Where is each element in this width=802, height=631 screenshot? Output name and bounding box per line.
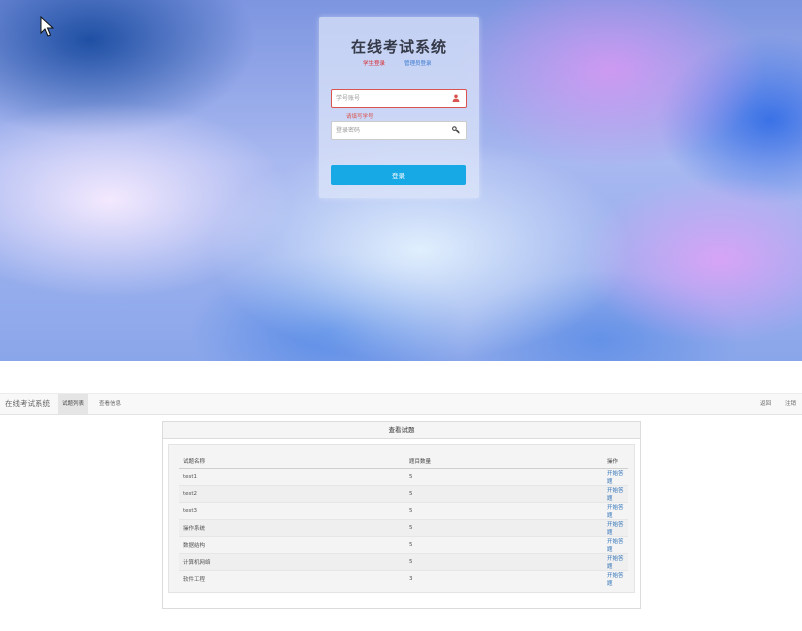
nav-item-back[interactable]: 返回 [756, 394, 775, 414]
question-count: 5 [405, 536, 603, 554]
column-header-action: 操作 [603, 454, 628, 469]
start-exam-link[interactable]: 开始答题 [607, 522, 624, 536]
exam-name: 计算机网络 [179, 553, 405, 571]
key-icon [452, 126, 460, 134]
exam-table: 试题名称 题目数量 操作 test1 5 开始答题 test2 5 开始答题 t… [179, 454, 628, 587]
password-input[interactable] [336, 125, 446, 135]
table-row: test2 5 开始答题 [179, 485, 628, 503]
question-count: 5 [405, 468, 603, 486]
start-exam-link[interactable]: 开始答题 [607, 539, 624, 553]
question-count: 3 [405, 570, 603, 587]
start-exam-link[interactable]: 开始答题 [607, 488, 624, 502]
exam-name: 软件工程 [179, 570, 405, 587]
password-field [331, 121, 467, 140]
table-row: test3 5 开始答题 [179, 502, 628, 520]
navbar-brand[interactable]: 在线考试系统 [5, 398, 50, 409]
exam-name: 操作系统 [179, 519, 405, 537]
table-row: test1 5 开始答题 [179, 468, 628, 486]
tab-student-login[interactable]: 学生登录 [363, 59, 385, 67]
exam-name: test2 [179, 485, 405, 503]
nav-item-exam-list[interactable]: 试题列表 [58, 394, 89, 414]
table-row: 数据结构 5 开始答题 [179, 536, 628, 554]
panel-body: 试题名称 题目数量 操作 test1 5 开始答题 test2 5 开始答题 t… [168, 444, 635, 593]
start-exam-link[interactable]: 开始答题 [607, 556, 624, 570]
question-count: 5 [405, 553, 603, 571]
nav-item-view-info[interactable]: 查看信息 [95, 394, 125, 414]
start-exam-link[interactable]: 开始答题 [607, 471, 624, 485]
mouse-cursor-icon [40, 16, 54, 37]
exam-list-page: 在线考试系统 试题列表 查看信息 返回 注销 查看试题 试题名称 题目数量 操作… [0, 361, 802, 631]
table-row: 计算机网络 5 开始答题 [179, 553, 628, 571]
table-row: 软件工程 3 开始答题 [179, 570, 628, 587]
column-header-name: 试题名称 [179, 454, 405, 469]
tab-admin-login[interactable]: 管理员登录 [404, 59, 432, 67]
exam-name: test3 [179, 502, 405, 520]
question-count: 5 [405, 519, 603, 537]
user-icon [452, 94, 460, 102]
question-count: 5 [405, 502, 603, 520]
table-row: 操作系统 5 开始答题 [179, 519, 628, 537]
username-input[interactable] [336, 93, 446, 103]
exam-panel: 查看试题 试题名称 题目数量 操作 test1 5 开始答题 test2 5 开… [162, 421, 641, 609]
nav-item-logout[interactable]: 注销 [781, 394, 800, 414]
login-title: 在线考试系统 [350, 38, 447, 56]
exam-name: 数据结构 [179, 536, 405, 554]
login-card: 在线考试系统 学生登录 管理员登录 请填写学号 登录 [319, 17, 479, 198]
table-header-row: 试题名称 题目数量 操作 [179, 454, 628, 469]
username-field [331, 89, 467, 108]
exam-name: test1 [179, 468, 405, 486]
column-header-count: 题目数量 [405, 454, 603, 469]
start-exam-link[interactable]: 开始答题 [607, 505, 624, 519]
question-count: 5 [405, 485, 603, 503]
login-background: 在线考试系统 学生登录 管理员登录 请填写学号 登录 [0, 0, 802, 361]
login-button[interactable]: 登录 [331, 165, 466, 185]
panel-title: 查看试题 [163, 422, 640, 439]
start-exam-link[interactable]: 开始答题 [607, 573, 624, 587]
username-error-message: 请填写学号 [346, 114, 374, 120]
top-navbar: 在线考试系统 试题列表 查看信息 返回 注销 [0, 393, 802, 415]
